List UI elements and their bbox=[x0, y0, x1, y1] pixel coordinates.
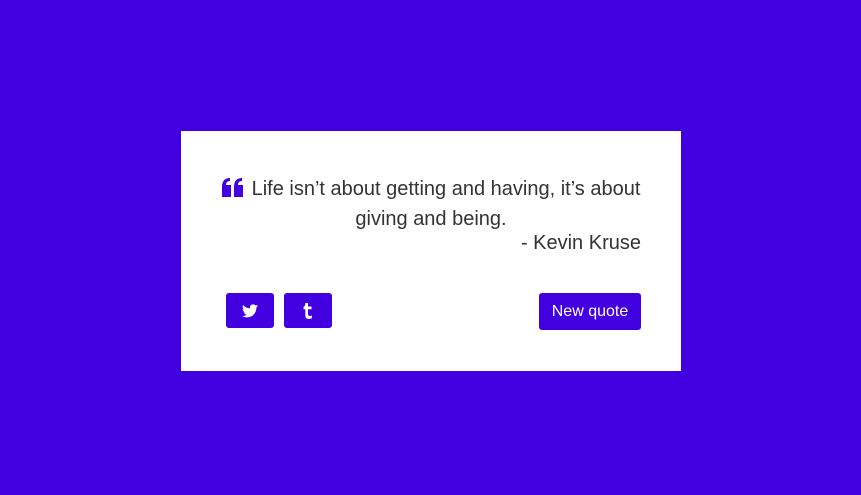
tumblr-icon bbox=[302, 302, 314, 319]
quote-card: Life isn’t about getting and having, it’… bbox=[181, 131, 681, 371]
tweet-quote-button[interactable] bbox=[226, 293, 274, 328]
tumblr-quote-button[interactable] bbox=[284, 293, 332, 328]
quote-left-icon bbox=[221, 177, 244, 197]
quote-text-container: Life isn’t about getting and having, it’… bbox=[221, 174, 641, 234]
quote-author: - Kevin Kruse bbox=[520, 232, 641, 254]
quote-text: Life isn’t about getting and having, it’… bbox=[251, 178, 641, 230]
new-quote-button[interactable]: New quote bbox=[539, 293, 641, 330]
twitter-icon bbox=[242, 303, 258, 318]
